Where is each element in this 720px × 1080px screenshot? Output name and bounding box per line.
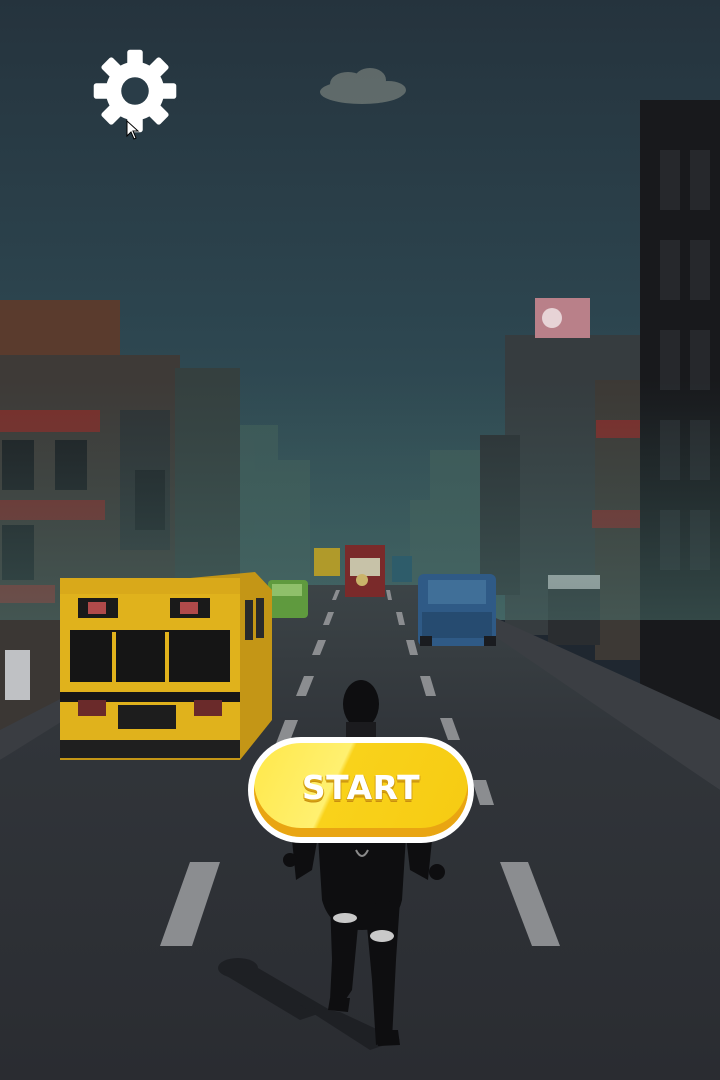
- city-street-scene: [0, 0, 720, 1080]
- start-button-label: START: [301, 767, 421, 807]
- blue-car: [418, 574, 496, 646]
- green-car: [268, 580, 308, 618]
- game-screen: START: [0, 0, 720, 1080]
- start-button[interactable]: START: [248, 737, 474, 843]
- mouse-cursor-icon: [126, 120, 140, 140]
- school-bus: [60, 572, 272, 760]
- start-button-face: START: [254, 743, 468, 837]
